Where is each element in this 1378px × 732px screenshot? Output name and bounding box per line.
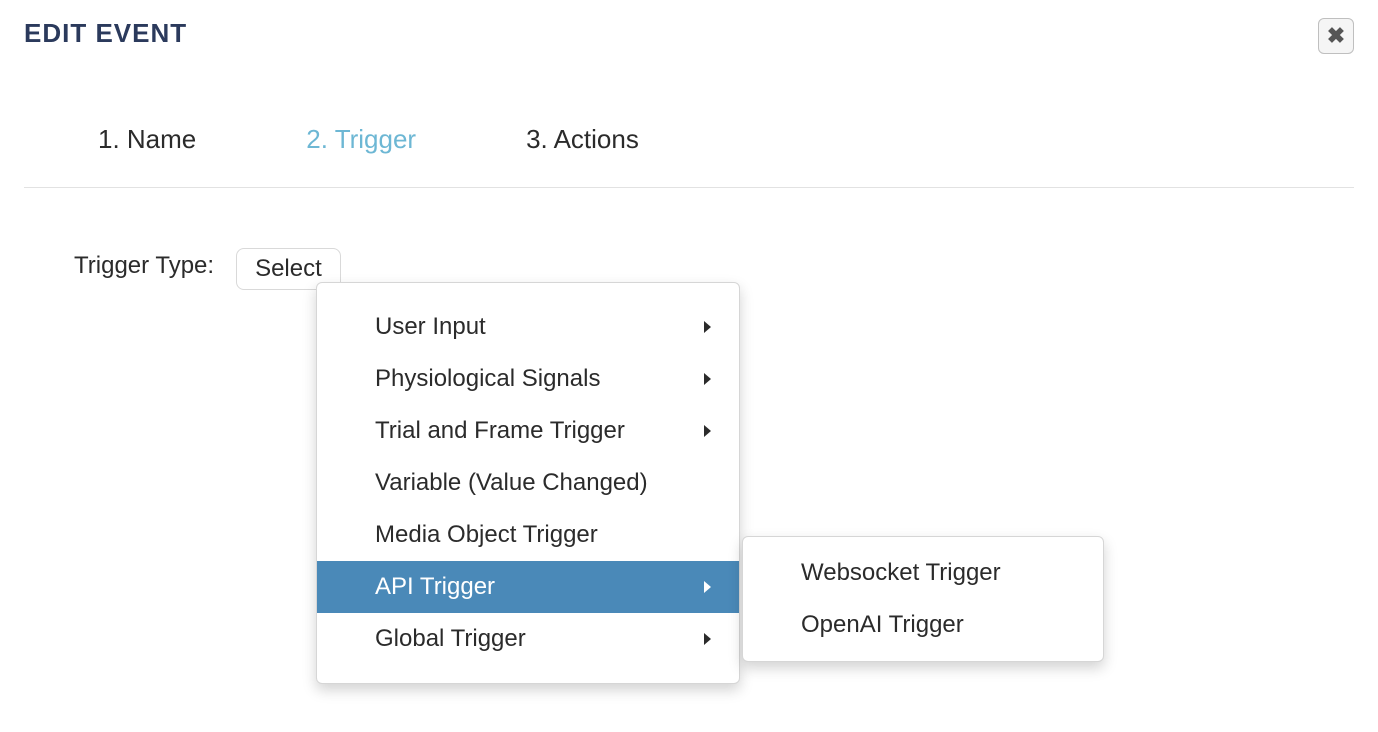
trigger-type-dropdown: User Input Physiological Signals Trial a… [316,282,740,684]
dropdown-item-trial-frame-trigger[interactable]: Trial and Frame Trigger [317,405,739,457]
dropdown-item-media-object-trigger[interactable]: Media Object Trigger [317,509,739,561]
chevron-right-icon [704,581,711,593]
dropdown-item-api-trigger[interactable]: API Trigger [317,561,739,613]
dropdown-item-label: Variable (Value Changed) [375,469,648,497]
close-button[interactable]: ✖ [1318,18,1354,54]
chevron-right-icon [704,425,711,437]
close-icon: ✖ [1327,23,1345,49]
submenu-item-label: Websocket Trigger [801,559,1001,587]
dropdown-item-user-input[interactable]: User Input [317,301,739,353]
trigger-type-label: Trigger Type: [74,248,214,280]
dropdown-item-label: Media Object Trigger [375,521,598,549]
dropdown-item-label: Global Trigger [375,625,526,653]
wizard-tabs: 1. Name 2. Trigger 3. Actions [24,54,1354,188]
dropdown-item-physiological-signals[interactable]: Physiological Signals [317,353,739,405]
page-title: EDIT EVENT [24,18,187,49]
chevron-right-icon [704,373,711,385]
chevron-right-icon [704,321,711,333]
dropdown-item-label: Physiological Signals [375,365,600,393]
submenu-item-openai-trigger[interactable]: OpenAI Trigger [743,599,1103,651]
tab-actions[interactable]: 3. Actions [526,124,639,155]
dropdown-item-variable-value-changed[interactable]: Variable (Value Changed) [317,457,739,509]
chevron-right-icon [704,633,711,645]
submenu-item-websocket-trigger[interactable]: Websocket Trigger [743,547,1103,599]
dropdown-item-global-trigger[interactable]: Global Trigger [317,613,739,665]
dropdown-item-label: Trial and Frame Trigger [375,417,625,445]
tab-name[interactable]: 1. Name [98,124,196,155]
api-trigger-submenu: Websocket Trigger OpenAI Trigger [742,536,1104,662]
dropdown-item-label: User Input [375,313,486,341]
dropdown-item-label: API Trigger [375,573,495,601]
tab-trigger[interactable]: 2. Trigger [306,124,416,155]
submenu-item-label: OpenAI Trigger [801,611,964,639]
